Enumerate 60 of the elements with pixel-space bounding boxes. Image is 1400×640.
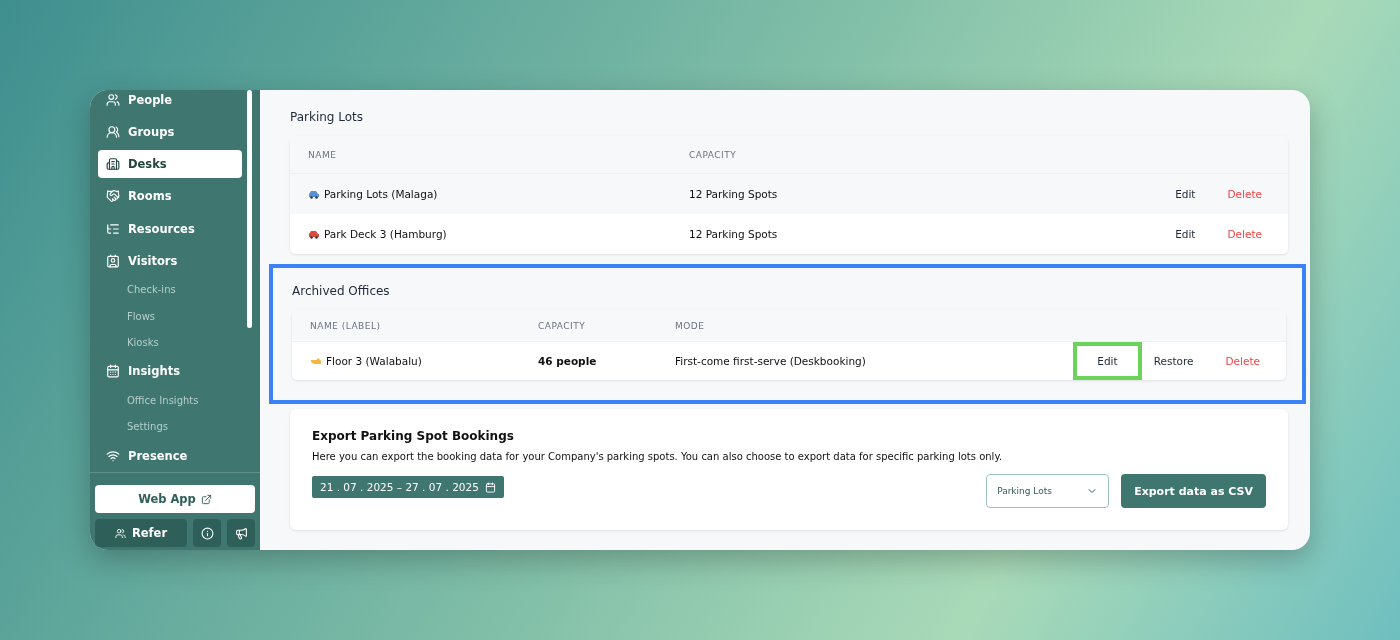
group-icon — [106, 125, 120, 140]
section-title: Archived Offices — [292, 284, 391, 298]
column-header: MODE — [675, 320, 706, 331]
table-cell-text: 46 people — [538, 355, 598, 367]
restore-link[interactable]: Restore — [1145, 351, 1202, 371]
table-cell-text: First-come first-serve (Deskbooking) — [675, 355, 867, 367]
sidebar-subitem[interactable]: Check-ins — [98, 276, 238, 303]
delete-link[interactable]: Delete — [1219, 224, 1270, 244]
date-range-field[interactable]: 21 . 07 . 2025 – 27 . 07 . 2025 — [312, 476, 504, 498]
edit-link[interactable]: Edit — [1073, 342, 1142, 380]
announcement-button[interactable] — [227, 519, 255, 547]
table-cell-text: 12 Parking Spots — [689, 188, 779, 200]
people-icon — [114, 527, 126, 539]
delete-link[interactable]: Delete — [1217, 351, 1268, 371]
column-header: NAME (LABEL) — [310, 320, 382, 331]
export-csv-button[interactable]: Export data as CSV — [1121, 474, 1266, 508]
sidebar-item[interactable]: People — [98, 90, 242, 115]
section-title: Parking Lots — [290, 110, 365, 124]
column-header: CAPACITY — [689, 149, 738, 160]
column-header: CAPACITY — [538, 320, 587, 331]
car-icon — [308, 189, 320, 199]
wifi-icon — [106, 448, 120, 463]
edit-link[interactable]: Edit — [1167, 224, 1204, 244]
table-cell: Parking Lots (Malaga) — [308, 188, 689, 200]
building-icon — [106, 157, 120, 172]
sidebar-item[interactable]: Desks — [98, 150, 242, 179]
list-icon — [106, 221, 120, 236]
parking-lot-select[interactable]: Parking Lots — [986, 474, 1110, 508]
calendar-icon — [106, 364, 120, 379]
export-title: Export Parking Spot Bookings — [312, 429, 515, 443]
handshake-icon — [106, 189, 120, 204]
table-cell: Park Deck 3 (Hamburg) — [308, 228, 689, 240]
scrollbar-thumb[interactable] — [247, 90, 252, 328]
sidebar-subitem[interactable]: Office Insights — [98, 387, 238, 414]
edit-link[interactable]: Edit — [1167, 184, 1204, 204]
refer-button[interactable]: Refer — [95, 519, 187, 547]
calendar-icon — [484, 481, 496, 493]
visitors-icon — [106, 253, 120, 268]
sidebar-item[interactable]: Insights — [98, 357, 242, 386]
car-icon — [308, 229, 320, 239]
sidebar-item[interactable]: Groups — [98, 118, 242, 147]
sidebar-subitem[interactable]: Flows — [98, 302, 238, 330]
export-description: Here you can export the booking data for your Company's parking spots. You can also choose to export data for specific parking lots only. — [312, 451, 1004, 462]
info-button[interactable] — [193, 519, 221, 547]
web-app-button[interactable]: Web App — [95, 485, 255, 513]
sidebar-item[interactable]: Resources — [98, 214, 242, 243]
pointing-hand-icon — [310, 356, 322, 366]
sidebar-subitem[interactable]: Settings — [98, 413, 238, 440]
sidebar-item[interactable]: Presence — [98, 441, 242, 470]
sidebar-item[interactable]: Visitors — [98, 246, 242, 275]
delete-link[interactable]: Delete — [1219, 184, 1270, 204]
people-icon — [106, 93, 120, 108]
sidebar-subitem[interactable]: Kiosks — [98, 329, 238, 356]
megaphone-icon — [234, 526, 248, 540]
sidebar-item[interactable]: Rooms — [98, 182, 242, 211]
column-header: NAME — [308, 149, 338, 160]
external-link-icon — [200, 493, 212, 505]
table-cell-text: 12 Parking Spots — [689, 228, 779, 240]
table-cell: Floor 3 (Walabalu) — [310, 355, 538, 367]
info-icon — [200, 526, 214, 540]
